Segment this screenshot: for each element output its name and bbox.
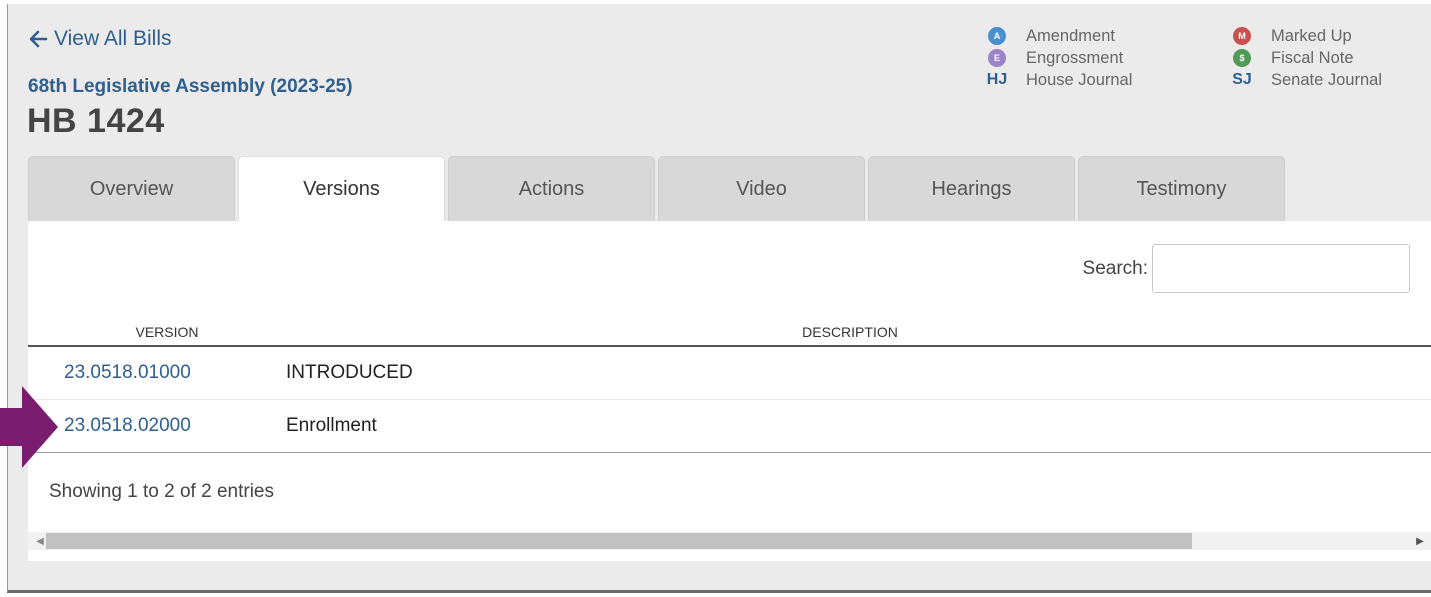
legend-label-marked-up: Marked Up <box>1271 26 1352 45</box>
view-all-bills-link[interactable]: View All Bills <box>28 27 172 51</box>
screenshot-frame: View All Bills 68th Legislative Assembly… <box>0 0 1431 597</box>
scroll-right-icon[interactable]: ▶ <box>1408 532 1431 550</box>
legend-label-engrossment: Engrossment <box>1026 48 1124 67</box>
tab-video[interactable]: Video <box>658 156 865 221</box>
table-info: Showing 1 to 2 of 2 entries <box>49 481 274 502</box>
description-cell: Enrollment <box>268 399 1431 453</box>
senate-journal-icon: SJ <box>1232 71 1252 88</box>
house-journal-icon: HJ <box>986 71 1008 88</box>
column-header-version[interactable]: VERSION <box>28 319 268 347</box>
tab-testimony[interactable]: Testimony <box>1078 156 1285 221</box>
tab-versions[interactable]: Versions <box>238 156 445 222</box>
legend-label-senate-journal: Senate Journal <box>1271 70 1382 89</box>
assembly-link[interactable]: 68th Legislative Assembly (2023-25) <box>28 76 353 98</box>
legend-item-marked-up: M Marked Up <box>1227 25 1382 47</box>
column-header-description[interactable]: DESCRIPTION <box>268 319 1431 347</box>
tab-hearings[interactable]: Hearings <box>868 156 1075 221</box>
table-row: 23.0518.02000 Enrollment <box>28 399 1431 453</box>
tab-actions[interactable]: Actions <box>448 156 655 221</box>
legend-label-fiscal-note: Fiscal Note <box>1271 48 1354 67</box>
search-label: Search: <box>1082 257 1148 279</box>
legend-item-amendment: A Amendment <box>982 25 1132 47</box>
legend-left: A Amendment E Engrossment HJ House Journ… <box>982 25 1133 91</box>
annotation-arrow-icon <box>0 386 58 468</box>
marked-up-icon: M <box>1233 27 1251 45</box>
legend-label-house-journal: House Journal <box>1026 70 1133 89</box>
search-box: Search: <box>1083 244 1410 293</box>
legend-label-amendment: Amendment <box>1026 26 1115 45</box>
fiscal-note-icon: $ <box>1233 49 1251 67</box>
tab-overview[interactable]: Overview <box>28 156 235 221</box>
legend-item-senate-journal: SJ Senate Journal <box>1227 69 1382 91</box>
horizontal-scrollbar[interactable]: ◀ ▶ <box>28 532 1431 550</box>
versions-panel: Search: VERSION DESCRIPTION 23.0518.0100… <box>28 221 1431 561</box>
bill-tabs: Overview Versions Actions Video Hearings… <box>28 156 1288 222</box>
version-link[interactable]: 23.0518.01000 <box>64 362 191 383</box>
arrow-left-icon <box>29 30 48 48</box>
legend-item-engrossment: E Engrossment <box>982 47 1132 69</box>
bill-page: View All Bills 68th Legislative Assembly… <box>7 4 1431 593</box>
versions-table: VERSION DESCRIPTION 23.0518.01000 INTROD… <box>28 319 1431 453</box>
description-cell: INTRODUCED <box>268 346 1431 400</box>
version-cell: 23.0518.01000 <box>28 346 268 400</box>
table-header-row: VERSION DESCRIPTION <box>28 319 1431 347</box>
version-cell: 23.0518.02000 <box>28 399 268 453</box>
legend-item-fiscal-note: $ Fiscal Note <box>1227 47 1382 69</box>
version-link[interactable]: 23.0518.02000 <box>64 415 191 436</box>
back-link-label: View All Bills <box>54 27 172 50</box>
scrollbar-thumb[interactable] <box>46 533 1192 549</box>
bill-number-title: HB 1424 <box>27 102 165 140</box>
engrossment-icon: E <box>988 49 1006 67</box>
amendment-icon: A <box>988 27 1006 45</box>
legend-right: M Marked Up $ Fiscal Note SJ Senate Jour… <box>1227 25 1382 91</box>
search-input[interactable] <box>1152 244 1410 293</box>
table-row: 23.0518.01000 INTRODUCED <box>28 346 1431 400</box>
legend-item-house-journal: HJ House Journal <box>982 69 1133 91</box>
